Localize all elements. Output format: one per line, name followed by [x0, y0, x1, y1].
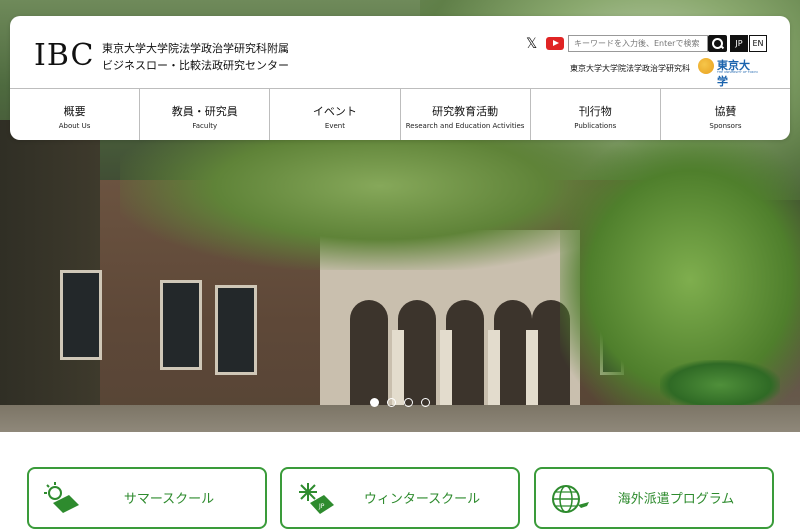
site-logo[interactable]: IBC — [34, 38, 94, 73]
tile-label: サマースクール — [123, 492, 215, 507]
nav-faculty[interactable]: 教員・研究員 Faculty — [140, 89, 271, 140]
nav-event[interactable]: イベント Event — [270, 89, 401, 140]
tile-label: 海外派遣プログラム — [617, 492, 735, 507]
nav-label-en: About Us — [58, 122, 91, 130]
nav-label-en: Research and Education Activities — [405, 122, 525, 130]
slider-dot-2[interactable] — [387, 398, 396, 407]
org-name-line1: 東京大学大学院法学政治学研究科附属 — [102, 42, 289, 55]
overseas-program-tile[interactable]: 海外派遣プログラム — [534, 467, 774, 529]
search-icon[interactable] — [708, 35, 727, 52]
x-twitter-icon[interactable]: 𝕏 — [526, 36, 537, 52]
lang-en-button[interactable]: EN — [749, 35, 767, 52]
youtube-icon[interactable] — [546, 37, 564, 50]
utokyo-logo[interactable]: 東京大学 THE UNIVERSITY OF TOKYO — [698, 56, 758, 88]
winter-school-tile[interactable]: JP ウィンタースクール — [280, 467, 520, 529]
main-nav: 概要 About Us 教員・研究員 Faculty イベント Event 研究… — [10, 88, 790, 140]
nav-label-ja: 協賛 — [714, 105, 737, 118]
nav-label-ja: 概要 — [63, 105, 86, 118]
slider-dot-1[interactable] — [370, 398, 379, 407]
lang-jp-button[interactable]: JP — [730, 35, 748, 52]
nav-label-en: Sponsors — [709, 122, 742, 130]
nav-about[interactable]: 概要 About Us — [10, 89, 141, 140]
dept-link[interactable]: 東京大学大学院法学政治学研究科 — [570, 63, 690, 74]
nav-label-ja: 教員・研究員 — [171, 105, 238, 118]
summer-school-tile[interactable]: サマースクール — [27, 467, 267, 529]
nav-label-ja: 研究教育活動 — [432, 105, 499, 118]
utokyo-sub: THE UNIVERSITY OF TOKYO — [717, 70, 758, 74]
slider-dots — [370, 398, 430, 407]
site-header: IBC 東京大学大学院法学政治学研究科附属 ビジネスロー・比較法政研究センター … — [10, 16, 790, 140]
nav-research[interactable]: 研究教育活動 Research and Education Activities — [401, 89, 531, 140]
tile-label: ウィンタースクール — [363, 492, 481, 507]
nav-label-ja: 刊行物 — [578, 105, 612, 118]
org-name-line2: ビジネスロー・比較法政研究センター — [102, 59, 289, 72]
nav-label-ja: イベント — [312, 105, 357, 118]
nav-label-en: Publications — [574, 122, 617, 130]
program-tiles: サマースクール JP ウィンタースクール 海外派遣プログラム — [0, 432, 800, 530]
nav-sponsors[interactable]: 協賛 Sponsors — [661, 89, 790, 140]
ginkgo-icon — [698, 58, 714, 74]
nav-label-en: Faculty — [192, 122, 218, 130]
slider-dot-4[interactable] — [421, 398, 430, 407]
slider-dot-3[interactable] — [404, 398, 413, 407]
nav-label-en: Event — [324, 122, 345, 130]
nav-publications[interactable]: 刊行物 Publications — [531, 89, 661, 140]
search-input[interactable] — [568, 35, 708, 52]
